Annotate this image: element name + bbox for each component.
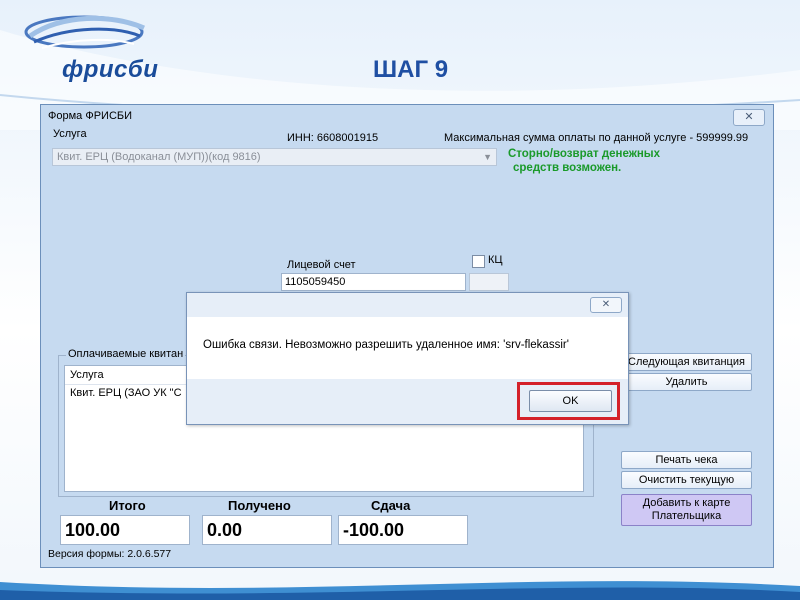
step-title: ШАГ 9 [373, 56, 449, 83]
storno-note-line1: Сторно/возврат денежных [508, 148, 661, 160]
storno-note: Сторно/возврат денежных средств возможен… [508, 147, 718, 175]
service-select[interactable]: Квит. ЕРЦ (Водоканал (МУП))(код 9816) ▼ [52, 148, 497, 166]
storno-note-line2: средств возможен. [513, 162, 622, 174]
change-label: Сдача [371, 498, 411, 513]
add-to-card-button[interactable]: Добавить к карте Плательщика [621, 494, 752, 526]
form-version: Версия формы: 2.0.6.577 [48, 548, 172, 560]
chevron-down-icon: ▼ [483, 152, 492, 162]
account-input[interactable]: 1105059450 [281, 273, 466, 291]
frisbee-logo-icon [24, 15, 146, 49]
window-close-button[interactable]: ✕ [733, 109, 765, 126]
kc-input[interactable] [469, 273, 509, 291]
brand-logo-text: фрисби [62, 56, 159, 83]
kc-label: КЦ [488, 254, 503, 266]
ok-button[interactable]: OK [529, 390, 612, 412]
add-to-card-line1: Добавить к карте [642, 497, 731, 509]
dialog-body: Ошибка связи. Невозможно разрешить удале… [187, 317, 628, 379]
account-label: Лицевой счет [287, 259, 356, 271]
received-label: Получено [228, 498, 291, 513]
change-field: -100.00 [338, 515, 468, 545]
max-amount-text: Максимальная сумма оплаты по данной услу… [444, 132, 749, 144]
footer-swoosh [0, 581, 800, 600]
kc-checkbox[interactable] [472, 255, 485, 268]
error-dialog: ✕ Ошибка связи. Невозможно разрешить уда… [186, 292, 629, 425]
inn-text: ИНН: 6608001915 [287, 132, 379, 144]
service-label: Услуга [53, 128, 87, 140]
next-receipt-button[interactable]: Следующая квитанция [621, 353, 752, 371]
service-select-value: Квит. ЕРЦ (Водоканал (МУП))(код 9816) [57, 151, 261, 163]
dialog-close-button[interactable]: ✕ [590, 297, 622, 313]
add-to-card-line2: Плательщика [651, 510, 722, 522]
delete-button[interactable]: Удалить [621, 373, 752, 391]
total-field: 100.00 [60, 515, 190, 545]
total-label: Итого [109, 498, 146, 513]
error-message: Ошибка связи. Невозможно разрешить удале… [203, 339, 569, 351]
receipts-legend: Оплачиваемые квитан [66, 348, 186, 360]
received-field[interactable]: 0.00 [202, 515, 332, 545]
clear-current-button[interactable]: Очистить текущую [621, 471, 752, 489]
window-title: Форма ФРИСБИ [48, 110, 133, 122]
print-check-button[interactable]: Печать чека [621, 451, 752, 469]
